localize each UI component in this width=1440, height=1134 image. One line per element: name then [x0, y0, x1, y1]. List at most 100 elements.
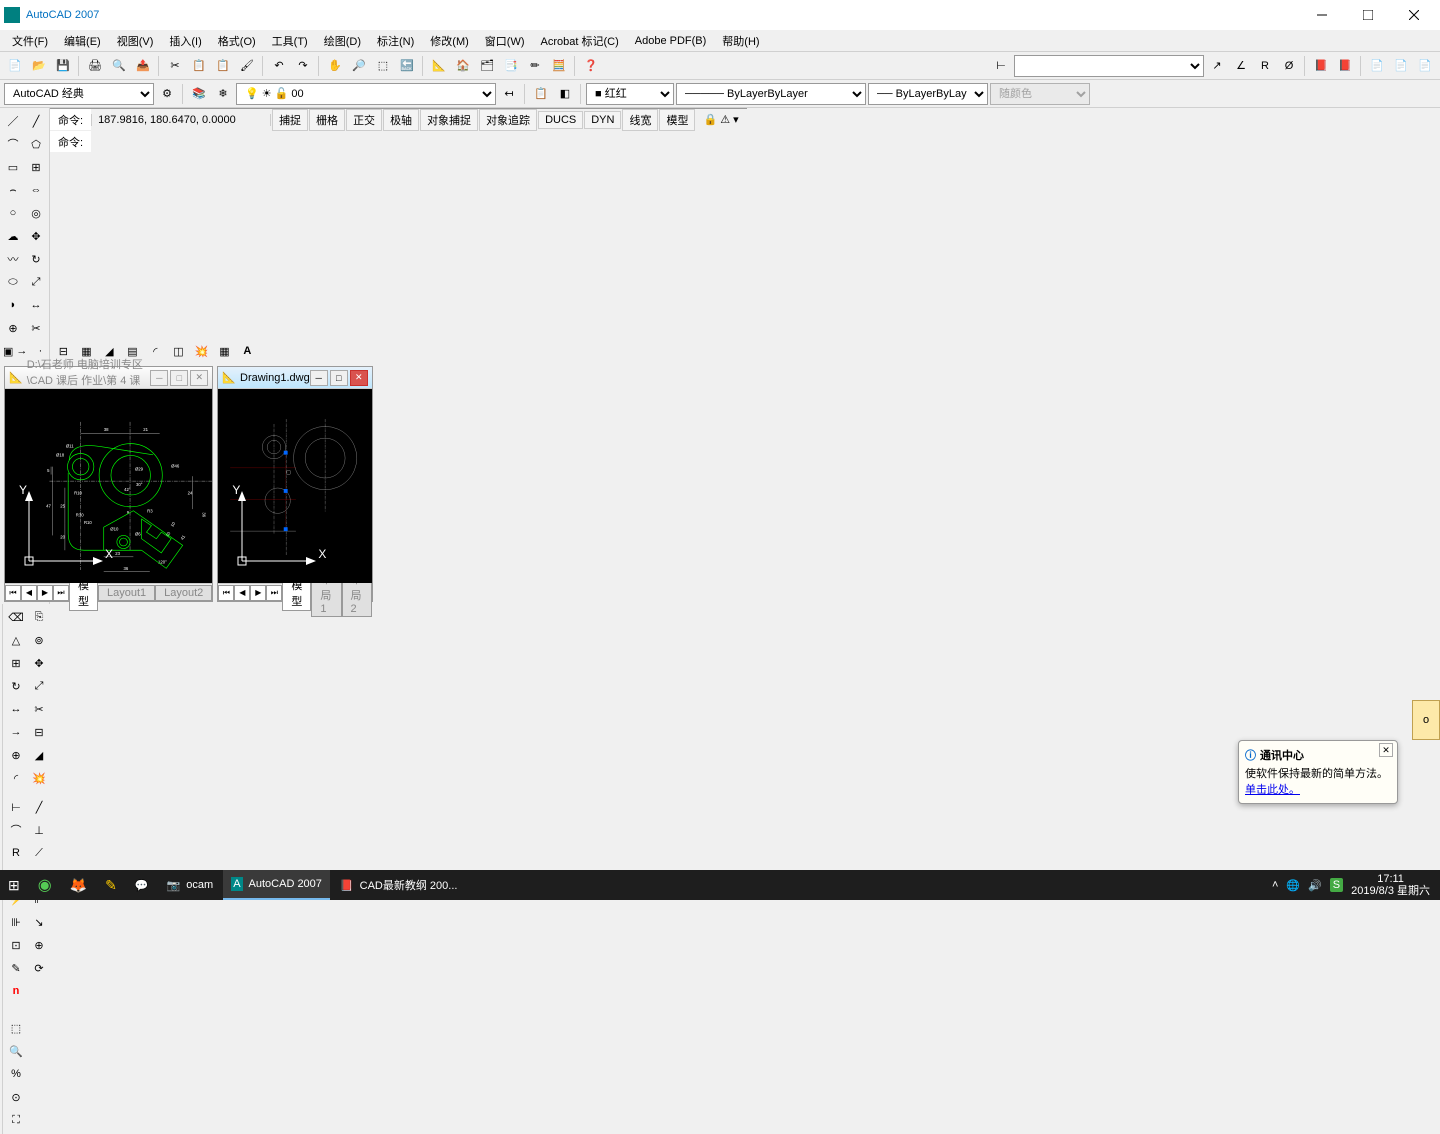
menu-acrobat[interactable]: Acrobat 标记(C) — [533, 31, 627, 51]
undo-icon[interactable]: ↶ — [268, 55, 290, 77]
join-icon[interactable]: ⊕ — [5, 744, 27, 766]
plotstyle-select[interactable]: 随颜色 — [990, 83, 1090, 105]
menu-tools[interactable]: 工具(T) — [264, 31, 316, 51]
stretch-icon[interactable]: ↔ — [25, 294, 47, 316]
dwg-close-right[interactable]: ✕ — [350, 370, 368, 386]
move-icon[interactable]: ✥ — [25, 225, 47, 247]
properties-icon[interactable]: 📐 — [428, 55, 450, 77]
scale-icon[interactable]: ⤢ — [25, 271, 47, 293]
zoom-prev-icon[interactable]: 🔙 — [396, 55, 418, 77]
tab-next-right[interactable]: ▶ — [250, 585, 266, 601]
dim-style-icon[interactable]: n — [5, 980, 27, 1002]
status-osnap[interactable]: 对象捕捉 — [420, 109, 478, 131]
tab-prev-right[interactable]: ◀ — [234, 585, 250, 601]
acrobat-btn1[interactable]: 📕 — [1310, 55, 1332, 77]
layer-freeze-icon[interactable]: ❄ — [212, 83, 234, 105]
erase-icon[interactable]: ⌫ — [5, 606, 27, 628]
layer-iso-icon[interactable]: ◧ — [554, 83, 576, 105]
menu-file[interactable]: 文件(F) — [4, 31, 56, 51]
dcenter-icon[interactable]: 🏠 — [452, 55, 474, 77]
print-icon[interactable]: 🖨 — [84, 55, 106, 77]
menu-insert[interactable]: 插入(I) — [161, 31, 209, 51]
ssm-icon[interactable]: 📑 — [500, 55, 522, 77]
tab-first-left[interactable]: ⏮ — [5, 585, 21, 601]
xline-icon[interactable]: ╱ — [25, 110, 47, 132]
dim-cont-icon[interactable]: ⊪ — [5, 911, 27, 933]
dim-aligned-icon[interactable]: ↗ — [1206, 55, 1228, 77]
toolpal-icon[interactable]: 🗂 — [476, 55, 498, 77]
pline-icon[interactable]: ⌒ — [2, 133, 24, 155]
dim-ali-icon[interactable]: ╱ — [28, 796, 50, 818]
status-polar[interactable]: 极轴 — [383, 109, 419, 131]
status-otrack[interactable]: 对象追踪 — [479, 109, 537, 131]
help-icon[interactable]: ❓ — [580, 55, 602, 77]
task-pdf[interactable]: 📕CAD最新教纲 200... — [332, 870, 466, 900]
workspace-select[interactable]: AutoCAD 经典 — [4, 83, 154, 105]
dim-rad-icon[interactable]: R — [1254, 55, 1276, 77]
markup-icon[interactable]: ✏ — [524, 55, 546, 77]
command-input-line[interactable]: 命令: — [50, 130, 91, 152]
task-wechat[interactable]: 💬 — [127, 870, 157, 900]
zoom-scale-icon[interactable]: % — [5, 1063, 27, 1085]
mini-panel[interactable]: o — [1412, 700, 1440, 740]
array2-icon[interactable]: ⊞ — [5, 652, 27, 674]
tab-layout2-left[interactable]: Layout2 — [155, 585, 212, 601]
pdf-btn1[interactable]: 📄 — [1366, 55, 1388, 77]
pdf-btn3[interactable]: 📄 — [1414, 55, 1436, 77]
trim2-icon[interactable]: ✂ — [28, 698, 50, 720]
task-ie[interactable]: 🦊 — [62, 870, 95, 900]
cut-icon[interactable]: ✂ — [164, 55, 186, 77]
dwg-max-right[interactable]: □ — [330, 370, 348, 386]
status-snap[interactable]: 捕捉 — [272, 109, 308, 131]
start-button[interactable]: ⊞ — [0, 870, 28, 900]
task-edge[interactable]: ✎ — [97, 870, 125, 900]
spline-icon[interactable]: 〰 — [2, 248, 24, 270]
tab-layout1-left[interactable]: Layout1 — [98, 585, 155, 601]
tab-prev-left[interactable]: ◀ — [21, 585, 37, 601]
insert-icon[interactable]: ⊕ — [2, 317, 24, 339]
chamfer2-icon[interactable]: ◢ — [28, 744, 50, 766]
tab-last-right[interactable]: ⏭ — [266, 585, 282, 601]
dwg-min-left[interactable]: ─ — [150, 370, 168, 386]
dim-rad2-icon[interactable]: R — [5, 842, 27, 864]
status-tray[interactable]: 🔒 ⚠ ▾ — [695, 113, 746, 126]
scale2-icon[interactable]: ⤢ — [28, 675, 50, 697]
task-360[interactable]: ◉ — [30, 870, 60, 900]
mtext-icon[interactable]: A — [236, 340, 258, 362]
linetype-select[interactable]: ───── ByLayerByLayer — [676, 83, 866, 105]
pdf-btn2[interactable]: 📄 — [1390, 55, 1412, 77]
rect-icon[interactable]: ▭ — [2, 156, 24, 178]
dwg-min-right[interactable]: ─ — [310, 370, 328, 386]
menu-adobepdf[interactable]: Adobe PDF(B) — [627, 33, 715, 49]
mirror-icon[interactable]: ⇔ — [25, 179, 47, 201]
lineweight-select[interactable]: ── ByLayerByLayer — [868, 83, 988, 105]
dim-tol-icon[interactable]: ⊡ — [5, 934, 27, 956]
rotate2-icon[interactable]: ↻ — [5, 675, 27, 697]
open-icon[interactable]: 📂 — [28, 55, 50, 77]
extend2-icon[interactable]: → — [5, 721, 27, 743]
canvas-left[interactable]: 38 21 Ø11 Ø18 Ø29 Ø46 5 47 25 20 — [5, 389, 212, 583]
tray-ime-icon[interactable]: S — [1330, 878, 1343, 892]
minimize-button[interactable] — [1300, 1, 1344, 29]
dim-dia-icon[interactable]: Ø — [1278, 55, 1300, 77]
layer-prev-icon[interactable]: ↤ — [498, 83, 520, 105]
calc-icon[interactable]: 🧮 — [548, 55, 570, 77]
tab-next-left[interactable]: ▶ — [37, 585, 53, 601]
region-icon[interactable]: ◫ — [167, 340, 189, 362]
maximize-button[interactable] — [1346, 1, 1390, 29]
dwg-max-left[interactable]: □ — [170, 370, 188, 386]
pan-icon[interactable]: ✋ — [324, 55, 346, 77]
tray-up-icon[interactable]: ˄ — [1272, 879, 1278, 891]
explode-icon[interactable]: 💥 — [190, 340, 212, 362]
circle-icon[interactable]: ○ — [2, 202, 24, 224]
offset-icon[interactable]: ◎ — [25, 202, 47, 224]
dim-ctr-icon[interactable]: ⊕ — [28, 934, 50, 956]
task-ocam[interactable]: 📷ocam — [159, 870, 222, 900]
status-lwt[interactable]: 线宽 — [622, 109, 658, 131]
revcloud-icon[interactable]: ☁ — [2, 225, 24, 247]
match-icon[interactable]: 🖌 — [236, 55, 258, 77]
break2-icon[interactable]: ⊟ — [28, 721, 50, 743]
status-ducs[interactable]: DUCS — [538, 111, 583, 129]
popup-link[interactable]: 单击此处。 — [1245, 784, 1300, 796]
zoom-ctr2-icon[interactable]: ⊙ — [5, 1086, 27, 1108]
